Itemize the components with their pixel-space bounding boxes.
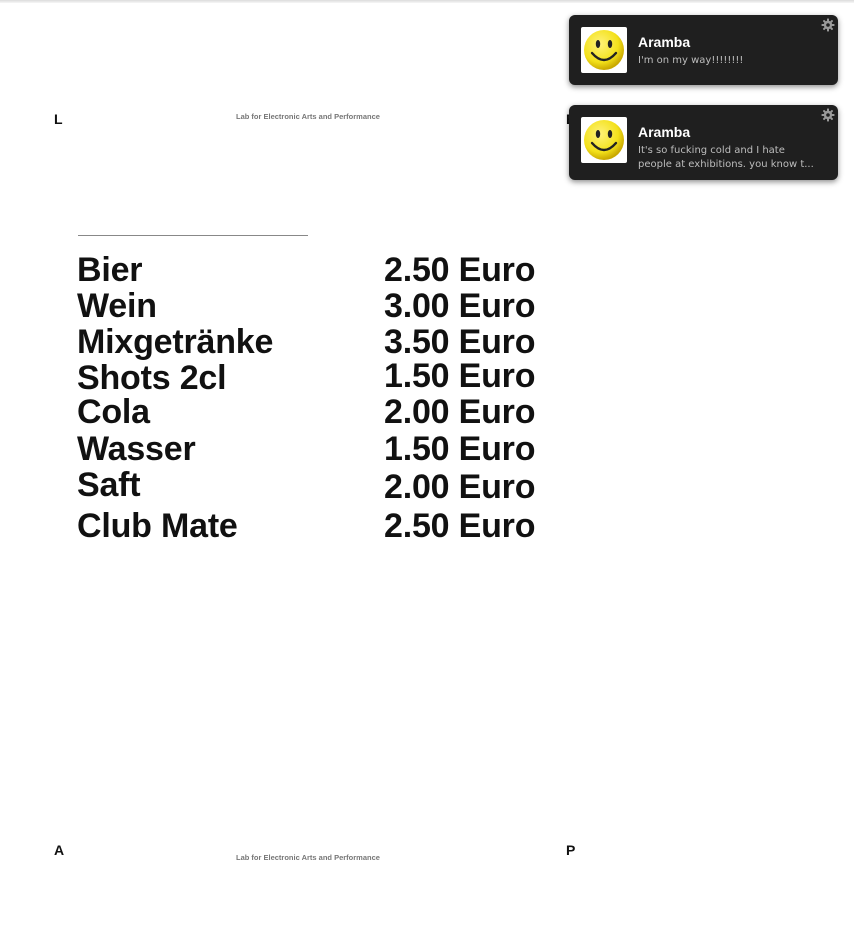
smiley-avatar-icon [581, 117, 627, 163]
notification-title: Aramba [638, 124, 691, 140]
corner-letter-bottom-left: A [54, 842, 65, 858]
lab-name-footer: Lab for Electronic Arts and Performance [236, 853, 380, 862]
menu-item-name: Wasser [77, 430, 196, 468]
menu-item-name: Shots 2cl [77, 359, 227, 397]
notification-title: Aramba [638, 34, 691, 50]
gear-icon[interactable] [821, 18, 835, 32]
menu-item-price: 3.00 Euro [384, 287, 536, 325]
menu-item-name: Club Mate [77, 507, 238, 545]
notification-message-line: people at exhibitions. you know t... [638, 159, 814, 170]
menu-item-name: Cola [77, 393, 150, 431]
menu-item-price: 1.50 Euro [384, 357, 536, 395]
corner-letter-bottom-right: P [566, 842, 576, 858]
notification-message: It's so fucking cold and I hate people a… [638, 144, 826, 172]
notification-popup[interactable]: Aramba It's so fucking cold and I hate p… [569, 105, 838, 180]
menu-item-price: 1.50 Euro [384, 430, 536, 468]
notification-message: I'm on my way!!!!!!!! [638, 55, 744, 66]
menu-item-price: 2.50 Euro [384, 251, 536, 289]
gear-icon[interactable] [821, 108, 835, 122]
menu-item-name: Mixgetränke [77, 323, 274, 361]
window-top-edge [0, 0, 854, 3]
menu-item-name: Bier [77, 251, 143, 289]
menu-item-name: Saft [77, 466, 141, 504]
smiley-avatar-icon [581, 27, 627, 73]
divider-line [78, 235, 308, 236]
document-page: L E A P Lab for Electronic Arts and Perf… [0, 0, 854, 938]
menu-item-price: 3.50 Euro [384, 323, 536, 361]
menu-item-name: Wein [77, 287, 157, 325]
corner-letter-top-left: L [54, 111, 63, 127]
lab-name-header: Lab for Electronic Arts and Performance [236, 112, 380, 121]
menu-item-price: 2.00 Euro [384, 468, 536, 506]
notification-popup[interactable]: Aramba I'm on my way!!!!!!!! [569, 15, 838, 85]
menu-item-price: 2.00 Euro [384, 393, 536, 431]
notification-message-line: It's so fucking cold and I hate [638, 145, 785, 156]
menu-item-price: 2.50 Euro [384, 507, 536, 545]
